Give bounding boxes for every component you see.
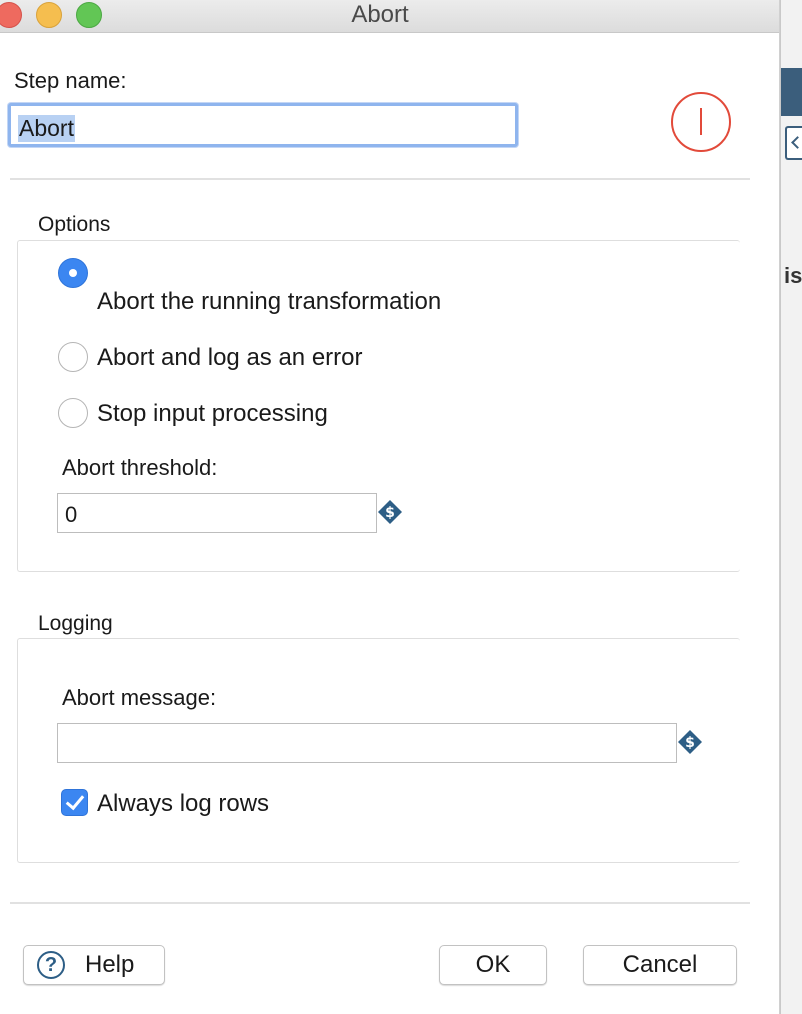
variable-dollar-icon[interactable]: $: [377, 499, 403, 525]
cancel-button[interactable]: Cancel: [583, 945, 737, 985]
always-log-rows-checkbox[interactable]: [61, 789, 88, 816]
logging-group-title: Logging: [38, 612, 113, 635]
step-name-value: Abort: [18, 115, 75, 142]
abort-threshold-label: Abort threshold:: [62, 455, 218, 480]
radio-abort-log-error[interactable]: [58, 342, 88, 372]
radio-stop-input[interactable]: [58, 398, 88, 428]
help-button[interactable]: ? Help: [23, 945, 165, 985]
abort-message-input[interactable]: [57, 723, 677, 763]
abort-icon: [671, 92, 731, 152]
radio-abort-log-error-label[interactable]: Abort and log as an error: [97, 344, 363, 372]
background-toolbar: [781, 68, 802, 116]
background-tool-icon: [785, 126, 802, 160]
ok-button-label: OK: [475, 951, 511, 978]
always-log-rows-label[interactable]: Always log rows: [97, 790, 269, 818]
abort-threshold-input[interactable]: 0: [57, 493, 377, 533]
background-text-fragment: is: [784, 263, 802, 288]
bottom-divider: [10, 902, 750, 904]
help-button-label: Help: [85, 951, 135, 978]
svg-text:$: $: [685, 735, 695, 751]
help-icon: ?: [37, 951, 65, 979]
variable-dollar-icon[interactable]: $: [677, 729, 703, 755]
abort-threshold-value: 0: [65, 502, 78, 527]
title-bar: Abort: [0, 0, 779, 33]
step-name-input[interactable]: Abort: [8, 103, 518, 147]
radio-abort-running-label[interactable]: Abort the running transformation: [97, 288, 441, 316]
abort-message-label: Abort message:: [62, 685, 217, 710]
radio-stop-input-label[interactable]: Stop input processing: [97, 400, 328, 428]
options-group-title: Options: [38, 213, 111, 236]
abort-dialog: Abort Step name: Abort Options Abort the…: [0, 0, 780, 1014]
radio-abort-running[interactable]: [58, 258, 88, 288]
step-name-label: Step name:: [14, 68, 127, 93]
background-app-window: is: [780, 0, 802, 1014]
top-divider: [10, 178, 750, 180]
cancel-button-label: Cancel: [622, 951, 698, 978]
window-title: Abort: [351, 1, 409, 28]
ok-button[interactable]: OK: [439, 945, 547, 985]
svg-text:$: $: [385, 505, 395, 521]
